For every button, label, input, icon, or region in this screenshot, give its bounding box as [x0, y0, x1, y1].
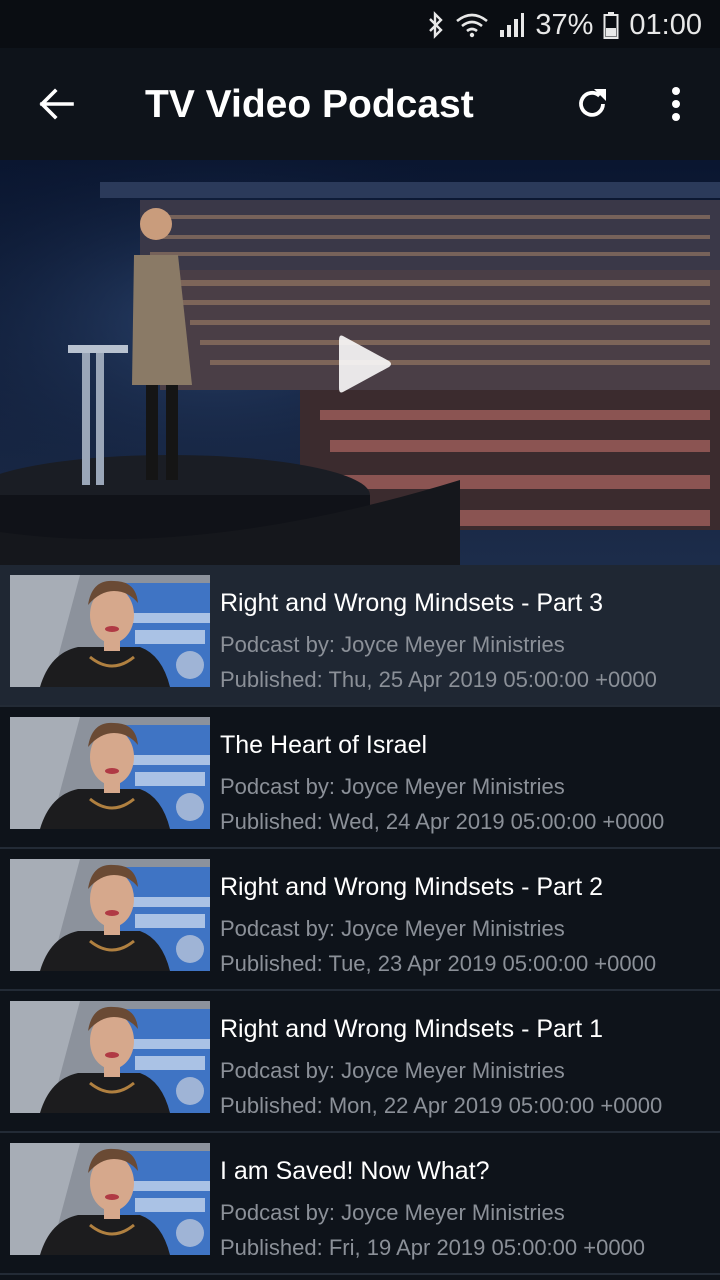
featured-video[interactable]	[0, 160, 720, 565]
episode-author: Podcast by: Joyce Meyer Ministries	[220, 1200, 565, 1225]
page-title: TV Video Podcast	[145, 83, 474, 126]
play-icon	[339, 335, 391, 393]
episode-title: Right and Wrong Mindsets - Part 3	[220, 589, 604, 617]
episode-author: Podcast by: Joyce Meyer Ministries	[220, 632, 565, 657]
episode-date: Published: Thu, 25 Apr 2019 05:00:00 +00…	[220, 667, 657, 692]
episode-thumbnail	[10, 575, 210, 687]
battery-icon	[603, 11, 619, 39]
more-vert-icon	[672, 87, 680, 121]
episode-title: Right and Wrong Mindsets - Part 1	[220, 1015, 604, 1043]
episode-row[interactable]: I am Saved! Now What? Podcast by: Joyce …	[0, 1133, 720, 1275]
status-bar: 37% 01:00	[0, 0, 720, 48]
episode-date: Published: Fri, 19 Apr 2019 05:00:00 +00…	[220, 1235, 646, 1260]
episode-author: Podcast by: Joyce Meyer Ministries	[220, 1058, 565, 1083]
episode-thumbnail	[10, 1001, 210, 1113]
episode-row[interactable]: Right and Wrong Mindsets - Part 2 Podcas…	[0, 849, 720, 991]
refresh-button[interactable]	[568, 80, 616, 128]
back-button[interactable]	[30, 82, 82, 126]
battery-percent: 37%	[535, 8, 594, 41]
bluetooth-icon	[427, 11, 445, 39]
episode-title: I am Saved! Now What?	[220, 1157, 490, 1185]
episode-author: Podcast by: Joyce Meyer Ministries	[220, 916, 565, 941]
status-icons: 37% 01:00	[427, 8, 702, 42]
episode-list: Right and Wrong Mindsets - Part 3 Podcas…	[0, 565, 720, 1275]
episode-row[interactable]: Right and Wrong Mindsets - Part 3 Podcas…	[0, 565, 720, 707]
wifi-icon	[455, 12, 489, 38]
episode-date: Published: Wed, 24 Apr 2019 05:00:00 +00…	[220, 809, 665, 834]
episode-author: Podcast by: Joyce Meyer Ministries	[220, 774, 565, 799]
back-arrow-icon	[39, 88, 74, 120]
episode-row[interactable]: The Heart of Israel Podcast by: Joyce Me…	[0, 707, 720, 849]
clock: 01:00	[629, 8, 702, 41]
play-button[interactable]	[330, 328, 400, 400]
episode-thumbnail	[10, 859, 210, 971]
episode-row[interactable]: Right and Wrong Mindsets - Part 1 Podcas…	[0, 991, 720, 1133]
episode-date: Published: Tue, 23 Apr 2019 05:00:00 +00…	[220, 951, 657, 976]
episode-thumbnail	[10, 1143, 210, 1255]
signal-icon	[499, 12, 525, 38]
episode-thumbnail	[10, 717, 210, 829]
more-options-button[interactable]	[656, 80, 696, 128]
episode-title: Right and Wrong Mindsets - Part 2	[220, 873, 604, 901]
app-bar: TV Video Podcast	[0, 48, 720, 160]
episode-date: Published: Mon, 22 Apr 2019 05:00:00 +00…	[220, 1093, 663, 1118]
refresh-icon	[579, 89, 606, 117]
episode-title: The Heart of Israel	[220, 731, 428, 759]
